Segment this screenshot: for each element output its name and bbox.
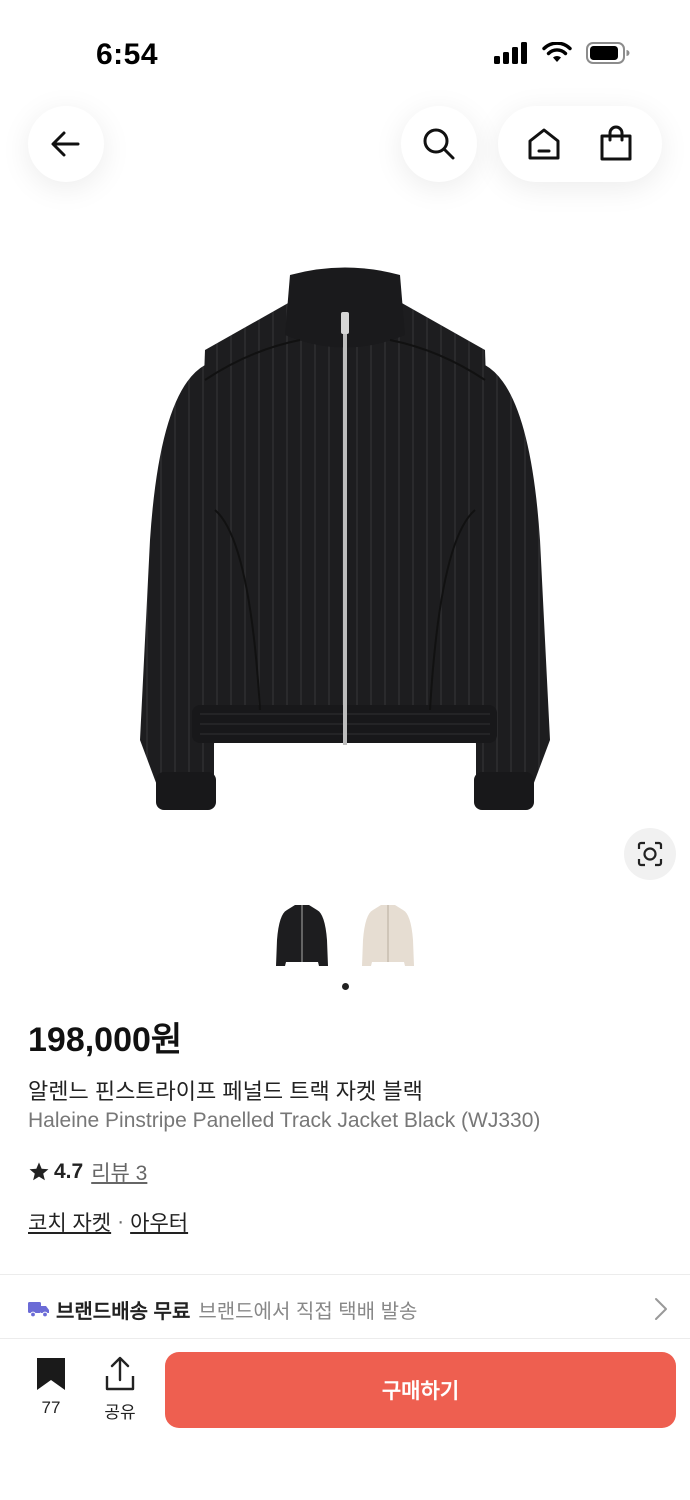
cellular-signal-icon [494,42,527,64]
bookmark-icon [37,1358,65,1390]
home-button[interactable] [514,114,574,174]
share-button[interactable]: 공유 [95,1356,145,1423]
arrow-left-icon [51,131,80,157]
cart-button[interactable] [586,114,646,174]
shipping-label: 브랜드배송 무료 [56,1300,191,1323]
shipping-row[interactable]: 브랜드배송 무료 브랜드에서 직접 택배 발송 [28,1294,668,1324]
rating-row: 4.7 리뷰 3 [28,1157,147,1187]
category-breadcrumb: 코치 자켓 · 아우터 [28,1207,188,1237]
jacket-image [140,267,550,810]
home-icon [528,128,560,160]
nav-pill [498,106,662,182]
shipping-detail: 브랜드에서 직접 택배 발송 [198,1300,418,1323]
category-link-coach-jacket[interactable]: 코치 자켓 [28,1207,111,1237]
rating-score: 4.7 [54,1160,84,1183]
thumbnail-black[interactable] [274,898,330,974]
product-name-en: Haleine Pinstripe Panelled Track Jacket … [28,1109,541,1132]
share-icon [105,1356,135,1391]
divider [0,1274,690,1275]
beige-jacket-thumbnail-icon [362,905,414,966]
status-icons [494,42,630,64]
product-name-ko: 알렌느 핀스트라이프 페널드 트랙 자켓 블랙 [28,1079,423,1104]
product-image[interactable] [0,240,690,880]
chevron-right-icon [655,1298,667,1320]
back-button[interactable] [28,106,104,182]
share-label: 공유 [104,1403,136,1422]
bottom-action-bar: 77 공유 구매하기 [0,1338,690,1500]
product-price: 198,000원 [28,1021,183,1059]
status-time: 6:54 [96,38,159,71]
search-icon [423,128,455,160]
shopping-bag-icon [600,125,632,161]
battery-icon [586,42,630,64]
star-icon [29,1162,49,1181]
review-link[interactable]: 리뷰 3 [91,1157,147,1187]
category-separator: · [117,1210,125,1233]
black-jacket-thumbnail-icon [276,905,328,966]
save-button[interactable]: 77 [26,1356,76,1418]
category-link-outer[interactable]: 아우터 [130,1207,188,1237]
search-button[interactable] [401,106,477,182]
status-bar: 6:54 [0,0,690,100]
buy-button[interactable]: 구매하기 [165,1352,676,1428]
thumbnail-beige[interactable] [360,898,416,974]
delivery-truck-icon [28,1302,49,1318]
visual-search-button[interactable] [624,828,676,880]
save-count: 77 [41,1398,61,1417]
lens-icon [637,841,663,867]
carousel-indicator [342,983,349,990]
color-thumbnails [0,898,690,974]
wifi-icon [542,42,572,62]
